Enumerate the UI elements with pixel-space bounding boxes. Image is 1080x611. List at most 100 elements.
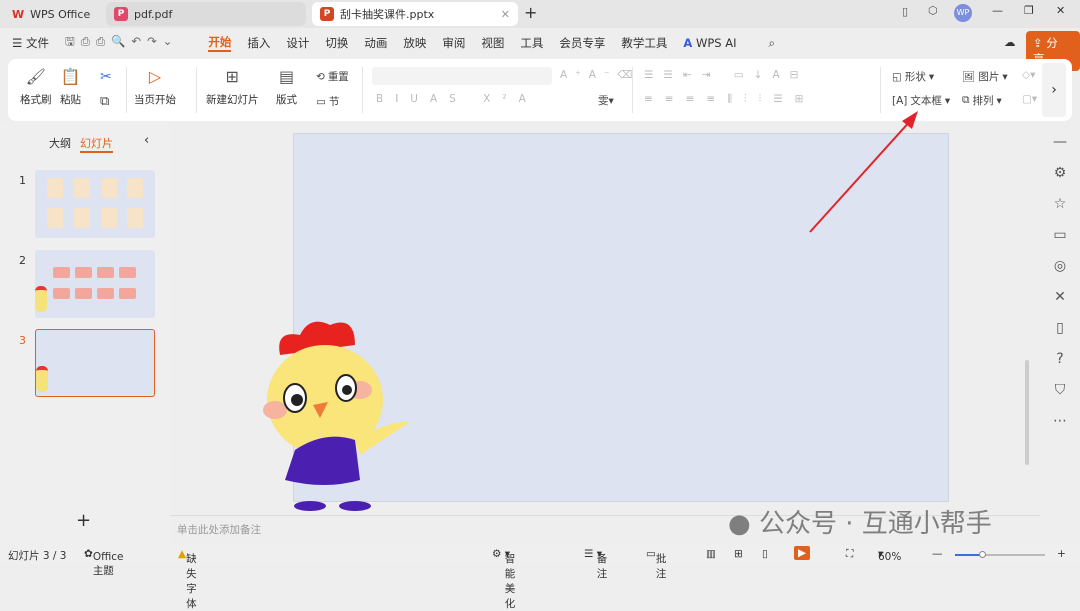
play-slideshow-button[interactable]: ▶ xyxy=(794,546,811,560)
collapse-panel-icon[interactable]: ‹ xyxy=(144,133,149,148)
settings-sliders-icon[interactable]: ⚙ xyxy=(1054,165,1067,181)
cube-icon[interactable]: ⬡ xyxy=(928,4,938,17)
menu-item-animation[interactable]: 动画 xyxy=(364,35,387,51)
menu-item-slideshow[interactable]: 放映 xyxy=(403,35,426,51)
format-painter-icon: 🖌 xyxy=(25,67,46,86)
reset-button[interactable]: ⟲ 重置 xyxy=(316,69,349,84)
tab-pptx[interactable]: P 刮卡抽奖课件.pptx ✕ xyxy=(312,2,518,26)
notes-button[interactable]: ☰ 备注 ▾ xyxy=(584,548,607,580)
tab-wps-office[interactable]: W WPS Office xyxy=(4,2,100,26)
copy-icon[interactable]: ⧉ xyxy=(100,94,109,109)
arrange-button[interactable]: ⧉ 排列 ▾ xyxy=(962,93,1002,108)
tab-pdf[interactable]: Ppdf.pdf xyxy=(106,2,306,26)
label: 重置 xyxy=(327,71,349,83)
minus-icon[interactable]: — xyxy=(1053,134,1067,150)
fit-window-icon[interactable]: ⛶ xyxy=(846,548,853,561)
menu-item-home[interactable]: 开始 xyxy=(208,34,232,52)
wps-logo-icon: W xyxy=(12,7,25,21)
layout-button[interactable]: ▤ 版式 xyxy=(276,67,297,107)
zoom-select[interactable]: 60% ▾ xyxy=(878,548,901,563)
menu-item-insert[interactable]: 插入 xyxy=(247,35,270,51)
watermark-text: 公众号 · 互通小帮手 xyxy=(758,509,992,539)
ribbon-expand-icon[interactable]: › xyxy=(1042,63,1066,117)
cut-icon[interactable]: ✂ xyxy=(100,69,112,85)
slide-thumbnail-2[interactable] xyxy=(35,250,155,318)
shirt-icon[interactable]: ⛉ xyxy=(1055,382,1066,398)
grid-view-icon[interactable]: ⊞ xyxy=(734,548,743,560)
paste-icon: 📋 xyxy=(60,67,81,86)
theme-button[interactable]: ✿ Office 主题 xyxy=(84,548,123,577)
label: 新建幻灯片 xyxy=(206,94,259,106)
label: 排列 xyxy=(972,95,994,107)
slide-thumbnail-1[interactable] xyxy=(35,170,155,238)
comment-icon[interactable]: ▭ xyxy=(1053,227,1066,243)
menu-item-review[interactable]: 审阅 xyxy=(442,35,465,51)
font-style-buttons[interactable]: BIUAS X²A xyxy=(376,93,538,105)
reading-view-icon[interactable]: ▯ xyxy=(762,548,768,560)
menu-item-teaching[interactable]: 教学工具 xyxy=(621,35,667,51)
wps-ai-label: WPS AI xyxy=(695,36,737,50)
normal-view-icon[interactable]: ▥ xyxy=(706,548,716,560)
shape-button[interactable]: ◱ 形状 ▾ xyxy=(892,69,934,84)
missing-font-button[interactable]: ▲ 缺失字体 xyxy=(178,548,197,610)
pptx-icon: P xyxy=(320,7,334,21)
outline-button[interactable]: ▢▾ xyxy=(1022,93,1037,105)
new-tab-icon[interactable]: + xyxy=(524,3,537,22)
play-icon: ▷ xyxy=(148,67,162,86)
label: 备注 xyxy=(596,553,608,580)
scrollbar[interactable] xyxy=(1025,360,1029,465)
wps-ai-icon: A xyxy=(683,36,693,50)
tab-outline[interactable]: 大纲 xyxy=(49,135,71,151)
play-from-current-button[interactable]: ▷ 当页开始 xyxy=(134,67,176,107)
slide-thumbnail-3[interactable] xyxy=(35,329,155,397)
quick-access-toolbar[interactable]: 🖫⎙⎙🔍↶↷⌄ xyxy=(65,34,178,53)
section-button[interactable]: ▭ 节 xyxy=(316,94,339,109)
close-tab-icon[interactable]: ✕ xyxy=(501,8,510,21)
menu-item-member[interactable]: 会员专享 xyxy=(559,35,605,51)
tools-icon[interactable]: ✕ xyxy=(1054,289,1066,305)
tablet-icon[interactable]: ▯ xyxy=(902,5,908,18)
animation-icon[interactable]: ◎ xyxy=(1054,258,1066,274)
zoom-slider[interactable] xyxy=(955,551,1045,558)
menu-bar: ☰ 文件 🖫⎙⎙🔍↶↷⌄ 开始 插入 设计 切换 动画 放映 审阅 视图 工具 … xyxy=(0,28,1080,71)
search-icon[interactable]: ⌕ xyxy=(769,36,775,51)
picture-button[interactable]: 🖼 图片 ▾ xyxy=(962,69,1008,84)
tab-slides[interactable]: 幻灯片 xyxy=(80,135,113,153)
wps-ai-button[interactable]: A WPS AI xyxy=(683,36,752,50)
format-painter-button[interactable]: 🖌 格式刷 xyxy=(20,67,52,107)
layout-icon: ▤ xyxy=(278,67,295,86)
help-icon[interactable]: ? xyxy=(1056,351,1063,367)
menu-item-design[interactable]: 设计 xyxy=(286,35,309,51)
cloud-icon[interactable]: ☁ xyxy=(1004,35,1016,49)
new-slide-button[interactable]: ⊞ 新建幻灯片 xyxy=(206,67,259,107)
maximize-button[interactable]: ❐ xyxy=(1024,4,1034,17)
paragraph-buttons[interactable]: ☰☰⇤⇥ ▭↓A⊟ xyxy=(644,69,808,81)
chick-illustration xyxy=(263,321,410,511)
tab-label: WPS Office xyxy=(30,7,91,21)
more-icon[interactable]: ⋯ xyxy=(1053,413,1067,429)
add-slide-icon[interactable]: + xyxy=(76,510,91,531)
menu-item-view[interactable]: 视图 xyxy=(481,35,504,51)
minimize-button[interactable]: — xyxy=(992,4,1003,17)
menu-item-transition[interactable]: 切换 xyxy=(325,35,348,51)
menu-item-tools[interactable]: 工具 xyxy=(520,35,543,51)
font-select[interactable] xyxy=(372,67,552,85)
align-buttons[interactable]: ≡≡≡≡⫼⫶⫶☰⊞ xyxy=(644,93,815,106)
slide-number: 1 xyxy=(19,174,26,187)
pinyin-button[interactable]: 雯▾ xyxy=(598,93,614,108)
paste-button[interactable]: 📋 粘贴 xyxy=(60,67,81,107)
beautify-button[interactable]: ⚙ 智能美化 ▾ xyxy=(492,548,515,610)
book-icon[interactable]: ▯ xyxy=(1056,320,1064,336)
avatar[interactable]: WP xyxy=(954,4,972,22)
zoom-in-button[interactable]: + xyxy=(1057,548,1066,560)
star-icon[interactable]: ☆ xyxy=(1054,196,1067,212)
comments-button[interactable]: ▭ 批注 xyxy=(646,548,666,580)
label: 版式 xyxy=(276,94,297,106)
zoom-out-button[interactable]: — xyxy=(932,548,943,560)
close-button[interactable]: ✕ xyxy=(1056,4,1065,17)
fill-button[interactable]: ◇▾ xyxy=(1022,69,1035,81)
file-menu[interactable]: ☰ 文件 xyxy=(12,35,49,51)
font-size-buttons[interactable]: A⁺A⁻⌫ xyxy=(560,69,640,81)
missing-font-label: 缺失字体 xyxy=(186,553,197,610)
slides-panel: 大纲 幻灯片 ‹ 1 2 3 + xyxy=(0,122,170,545)
